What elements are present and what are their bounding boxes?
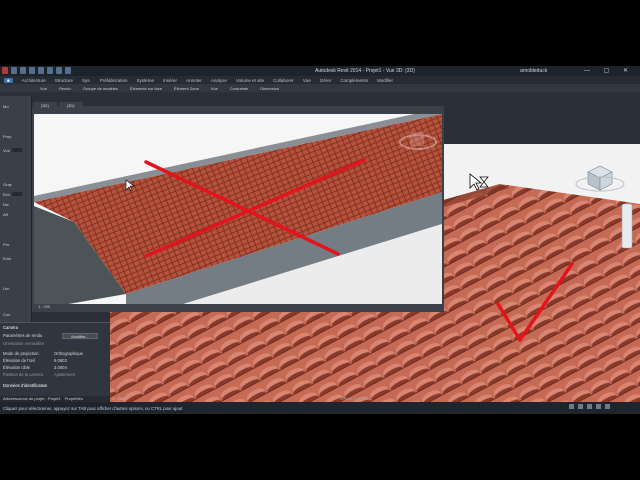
properties-header: Caméra — [3, 325, 18, 330]
ribbon-tab[interactable]: Structure — [55, 78, 73, 83]
property-section: Données d'identification — [3, 383, 48, 388]
window-title: Autodesk Revit 2014 - Projet1 - Vue 3D: … — [315, 68, 415, 74]
redo-icon[interactable] — [38, 67, 44, 74]
title-bar: Autodesk Revit 2014 - Projet1 - Vue 3D: … — [0, 66, 640, 76]
3d-view-icon[interactable] — [65, 67, 71, 74]
tab-modifier-active[interactable]: ■ — [4, 77, 13, 83]
navigation-bar[interactable] — [621, 203, 633, 249]
ribbon-tool[interactable]: Contrainte — [230, 86, 248, 91]
ribbon-tool[interactable]: Vue — [40, 86, 47, 91]
view-tabs: {3D} {3D} — [33, 102, 83, 110]
view-scale[interactable]: 1 : 200 — [112, 396, 124, 401]
property-value[interactable]: 3.0004 — [54, 365, 67, 370]
left-panel: Mo Prop Vue Grap Ech Niv Aff Pro Eme Lim… — [0, 96, 32, 348]
ribbon-tab[interactable]: Préfabrication — [100, 78, 128, 83]
view-tab[interactable]: {3D} — [33, 102, 57, 110]
save-icon[interactable] — [20, 67, 26, 74]
left-panel-row: Aff — [3, 212, 8, 217]
quick-access-toolbar — [2, 67, 71, 74]
revit-screen: Autodesk Revit 2014 - Projet1 - Vue 3D: … — [0, 66, 640, 414]
user-name[interactable]: arnoldeduck — [520, 68, 547, 74]
left-panel-row: Ech — [3, 192, 10, 197]
undo-icon[interactable] — [29, 67, 35, 74]
property-label: Mode de projection — [3, 351, 39, 356]
ribbon-tab[interactable]: Architecture — [22, 78, 46, 83]
left-panel-row: Niv — [3, 202, 9, 207]
model-label: Modèle de base — [340, 396, 369, 401]
design-options-icon[interactable] — [578, 404, 583, 409]
inset-status-bar: 1 : 200 — [34, 304, 442, 310]
ribbon-tab[interactable]: Compléments — [340, 78, 368, 83]
left-panel-field[interactable] — [12, 192, 22, 196]
property-label: Paramètres de rendu — [3, 333, 43, 338]
ribbon-tab[interactable]: Gérer — [320, 78, 332, 83]
property-label: Élévation cible — [3, 365, 31, 370]
ribbon-tab[interactable]: Système — [137, 78, 155, 83]
tab-properties[interactable]: Propriétés — [65, 396, 83, 402]
filter-icon[interactable] — [605, 404, 610, 409]
left-panel-field[interactable] — [12, 148, 22, 152]
properties-panel: Caméra Paramètres de rendu Modifier... O… — [0, 322, 110, 406]
open-icon[interactable] — [11, 67, 17, 74]
property-value[interactable]: Orthographique — [54, 351, 83, 356]
left-panel-row: Grap — [3, 182, 12, 187]
revit-logo-icon[interactable] — [2, 67, 8, 74]
status-message: Cliquez pour sélectionner, appuyez sur T… — [3, 406, 183, 411]
select-links-icon[interactable] — [587, 404, 592, 409]
view-tab[interactable]: {3D} — [58, 102, 83, 110]
window-controls[interactable]: — ▢ ✕ — [584, 67, 634, 74]
left-panel-row: Prop — [3, 134, 12, 139]
print-icon[interactable] — [47, 67, 53, 74]
select-pinned-icon[interactable] — [596, 404, 601, 409]
ribbon-tabs: ■ Architecture Structure Sys. Préfabrica… — [0, 76, 640, 84]
status-icons — [569, 404, 610, 409]
property-label: Orientation verrouillée — [3, 341, 44, 346]
ribbon-tool[interactable]: Élément Zone — [174, 86, 199, 91]
inset-3d-view-window[interactable]: 1 : 200 — [32, 106, 444, 312]
left-panel-row: Lim — [3, 286, 10, 291]
ribbon-tab[interactable]: Modifier — [377, 78, 393, 83]
tab-project-browser[interactable]: Arborescence du projet - Projet1 — [3, 396, 61, 402]
render-settings-button[interactable]: Modifier... — [62, 333, 98, 339]
ribbon-tool[interactable]: Éléments sur face — [130, 86, 162, 91]
worksets-icon[interactable] — [569, 404, 574, 409]
ribbon-tool[interactable]: Dimension — [260, 86, 279, 91]
left-panel-row: Pro — [3, 242, 10, 247]
ribbon-tab[interactable]: Analyse — [211, 78, 227, 83]
ribbon-toolbar: Vue Rendu Groupe de modèles Éléments sur… — [0, 84, 640, 92]
ribbon-tab[interactable]: Collaborer — [273, 78, 294, 83]
ribbon-tab[interactable]: Annoter — [186, 78, 202, 83]
left-panel-row: Mo — [3, 104, 9, 109]
left-panel-row: Vue — [3, 148, 10, 153]
ribbon-tool[interactable]: Groupe de modèles — [83, 86, 118, 91]
status-bar: 1 : 200 Modèle de base Cliquez pour séle… — [0, 396, 640, 414]
left-panel-row: Con — [3, 312, 11, 317]
inset-roof-render — [34, 114, 442, 310]
ribbon-tool[interactable]: Vue — [211, 86, 218, 91]
left-panel-row: Eme — [3, 256, 12, 261]
ribbon-tool[interactable]: Rendu — [59, 86, 71, 91]
ribbon-tab[interactable]: Vue — [303, 78, 311, 83]
browser-tabs: Arborescence du projet - Projet1 Proprié… — [0, 396, 110, 402]
property-value[interactable]: Ajustement — [54, 372, 75, 377]
ribbon-tab[interactable]: Sys. — [82, 78, 91, 83]
property-label: Élévation de l'œil — [3, 358, 35, 363]
ribbon-tab[interactable]: Insérer — [163, 78, 177, 83]
ribbon-tab[interactable]: Volume et site — [236, 78, 264, 83]
measure-icon[interactable] — [56, 67, 62, 74]
property-label: Position de la caméra — [3, 372, 44, 377]
property-value[interactable]: 6.0603 — [54, 358, 67, 363]
